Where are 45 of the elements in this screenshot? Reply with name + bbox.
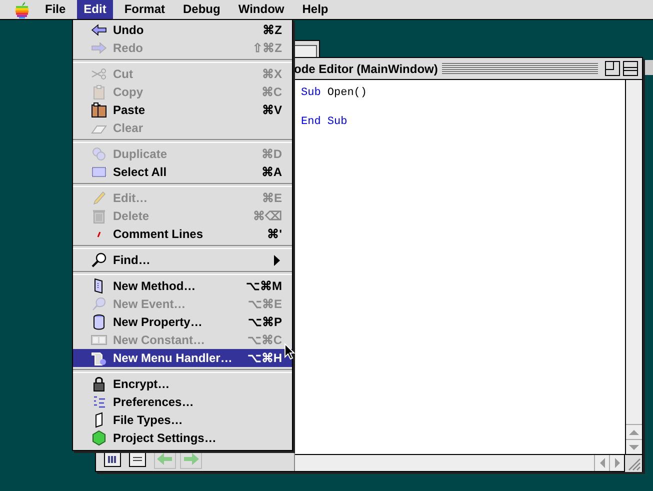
clipboard-icon [91, 84, 107, 100]
menu-item[interactable]: Undo ⌘Z [73, 21, 292, 39]
trash-icon [91, 208, 107, 224]
gem-icon [91, 430, 107, 446]
menu-handler-icon [91, 350, 107, 366]
code-line: Sub Open() [301, 86, 368, 101]
menu-item[interactable]: New Property… ⌥⌘P [73, 313, 292, 331]
window-title: ode Editor (MainWindow) [294, 62, 439, 76]
menu-item[interactable]: Paste ⌘V [73, 101, 292, 119]
magnifier-icon [91, 252, 107, 268]
scissors-icon [91, 66, 107, 82]
cylinder-icon [91, 314, 107, 330]
menu-bar-item[interactable]: Format [117, 0, 172, 19]
horizontal-scrollbar[interactable] [295, 455, 625, 471]
menu-bar-item[interactable]: Help [295, 0, 336, 19]
lock-icon [91, 376, 107, 392]
code-area[interactable]: Sub Open() End Sub [295, 80, 626, 455]
menu-item[interactable]: Project Settings… [73, 429, 292, 447]
right-arrow-icon [91, 40, 107, 56]
apple-icon[interactable] [14, 0, 30, 18]
menu-bar-item[interactable]: File [38, 0, 73, 19]
menu-item[interactable]: File Types… [73, 411, 292, 429]
code-line: End Sub [301, 115, 348, 130]
circles-icon [91, 146, 107, 162]
menu-bar-item[interactable]: Debug [176, 0, 228, 19]
menu-bar-item[interactable]: Window [231, 0, 292, 19]
clipboard-icon [91, 102, 107, 118]
menu-item[interactable]: Comment Lines ⌘' [73, 225, 292, 243]
dotted-rectangle-icon [91, 164, 107, 180]
zoom-box-icon[interactable] [605, 61, 620, 76]
menu-item[interactable]: Encrypt… [73, 375, 292, 393]
left-arrow-icon [91, 22, 107, 38]
vertical-scrollbar[interactable] [626, 80, 642, 455]
submenu-arrow-icon [274, 254, 280, 266]
menu-item[interactable]: Preferences… [73, 393, 292, 411]
title-bar-stripes[interactable] [442, 63, 598, 74]
list-icon [91, 394, 107, 410]
menu-item[interactable]: New Method… ⌥⌘M [73, 277, 292, 295]
menu-bar-item[interactable]: Edit [76, 0, 114, 19]
menu-item[interactable]: Find… [73, 251, 292, 269]
pencil-icon [91, 190, 107, 206]
collapse-box-icon[interactable] [623, 61, 638, 76]
menu-item[interactable]: Select All ⌘A [73, 163, 292, 181]
constant-icon [91, 332, 107, 348]
menu-item[interactable]: New Menu Handler… ⌥⌘H [73, 349, 292, 367]
